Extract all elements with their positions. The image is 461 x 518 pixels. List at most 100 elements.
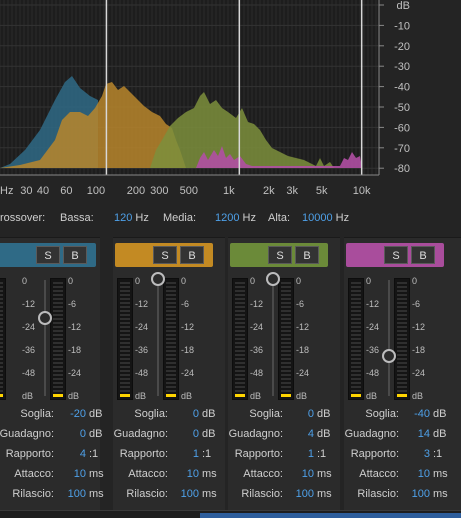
threshold-fader-knob[interactable] <box>266 272 280 286</box>
db-scale-label: -10 <box>394 20 410 32</box>
frequency-scale-label: 60 <box>60 185 72 197</box>
frequency-scale-label: Hz <box>0 185 13 197</box>
scale-tick-label: dB <box>296 391 308 401</box>
ratio-value[interactable]: 1 <box>286 448 314 460</box>
gain-value[interactable]: 4 <box>286 428 314 440</box>
attack-label: Attacco: <box>14 468 54 480</box>
gain-label: Guadagno: <box>113 428 168 440</box>
level-meter <box>278 278 294 400</box>
release-value[interactable]: 100 <box>171 488 199 500</box>
attack-unit: ms <box>202 468 217 480</box>
release-param: Rilascio: 100 ms <box>344 488 461 502</box>
level-meter <box>50 278 66 400</box>
scale-tick-label: -6 <box>181 299 190 309</box>
attack-param: Attacco: 10 ms <box>344 468 461 482</box>
attack-value[interactable]: 10 <box>402 468 430 480</box>
threshold-fader-knob[interactable] <box>38 310 52 325</box>
scale-tick-label: 0 <box>250 276 256 286</box>
bypass-button[interactable]: B <box>295 246 319 264</box>
scale-tick-label: -12 <box>22 299 36 309</box>
scale-tick-label: -12 <box>250 299 264 309</box>
threshold-value[interactable]: 0 <box>171 408 199 420</box>
threshold-fader-track[interactable] <box>44 280 46 396</box>
release-value[interactable]: 100 <box>58 488 86 500</box>
spectrum-analyzer[interactable]: dB -10 -20 -30 -40 -50 -60 -70 -80 Hz 30 40 60 100 20… <box>0 0 461 200</box>
level-meter <box>163 278 179 400</box>
high-crossover-value[interactable]: 10000 <box>302 212 333 224</box>
gain-value[interactable]: 14 <box>402 428 430 440</box>
band-header[interactable]: SB <box>115 243 213 267</box>
ratio-value[interactable]: 3 <box>402 448 430 460</box>
attack-unit: ms <box>433 468 448 480</box>
scale-tick-label: dB <box>68 391 80 401</box>
threshold-label: Soglia: <box>20 408 54 420</box>
threshold-fader-knob[interactable] <box>151 272 165 286</box>
solo-button[interactable]: S <box>268 246 292 264</box>
gain-unit: dB <box>202 428 216 440</box>
scale-tick-label: 0 <box>412 276 418 286</box>
threshold-value[interactable]: 0 <box>286 408 314 420</box>
scale-tick-label: dB <box>135 391 147 401</box>
ratio-value[interactable]: 4 <box>58 448 86 460</box>
threshold-fader-track[interactable] <box>272 280 274 396</box>
release-unit: ms <box>89 488 104 500</box>
band-strip-3: S B 0 -12 -24 -36 -48 dB 0 -6 -12 -18 -24 dB Soglia: 0 d… <box>228 237 340 512</box>
attack-value[interactable]: 10 <box>286 468 314 480</box>
frequency-scale-label: 300 <box>150 185 168 197</box>
scale-tick-label: 0 <box>181 276 187 286</box>
release-value[interactable]: 100 <box>402 488 430 500</box>
solo-button[interactable]: S <box>384 246 408 264</box>
release-value[interactable]: 100 <box>286 488 314 500</box>
attack-value[interactable]: 10 <box>171 468 199 480</box>
low-crossover-unit: Hz <box>135 212 149 224</box>
meter-level <box>281 394 291 397</box>
attack-value[interactable]: 10 <box>58 468 86 480</box>
mid-crossover-value[interactable]: 1200 <box>215 212 239 224</box>
level-meter <box>117 278 133 400</box>
release-param: Rilascio: 100 ms <box>0 488 103 502</box>
threshold-value[interactable]: -20 <box>58 408 86 420</box>
frequency-scale-label: 3k <box>286 185 298 197</box>
scale-tick-label: -36 <box>366 345 380 355</box>
ratio-value[interactable]: 1 <box>171 448 199 460</box>
scale-tick-label: -18 <box>181 345 195 355</box>
scale-tick-label: -24 <box>135 322 149 332</box>
threshold-fader-track[interactable] <box>157 280 159 396</box>
attack-param: Attacco: 10 ms <box>0 468 103 482</box>
threshold-fader-track[interactable] <box>388 280 390 396</box>
scale-tick-label: -12 <box>135 299 149 309</box>
threshold-unit: dB <box>202 408 216 420</box>
ratio-label: Rapporto: <box>350 448 399 460</box>
meter-level <box>166 394 176 397</box>
mid-crossover-unit: Hz <box>242 212 256 224</box>
level-meter <box>394 278 410 400</box>
bypass-button[interactable]: B <box>63 246 87 264</box>
low-crossover-value[interactable]: 120 <box>114 212 132 224</box>
solo-button[interactable]: S <box>153 246 177 264</box>
frequency-scale-label: 10k <box>353 185 371 197</box>
frequency-scale-label: 5k <box>316 185 328 197</box>
gain-value[interactable]: 0 <box>171 428 199 440</box>
release-label: Rilascio: <box>357 488 399 500</box>
threshold-value[interactable]: -40 <box>402 408 430 420</box>
attack-param: Attacco: 10 ms <box>113 468 225 482</box>
attack-label: Attacco: <box>128 468 168 480</box>
gain-unit: dB <box>433 428 447 440</box>
frequency-scale-label: 200 <box>127 185 145 197</box>
ratio-param: Rapporto: 1:1 <box>228 448 340 462</box>
band-header[interactable]: SB <box>0 243 96 267</box>
band-header[interactable]: SB <box>346 243 444 267</box>
gain-value[interactable]: 0 <box>58 428 86 440</box>
low-crossover-label: Bassa: <box>60 212 94 224</box>
threshold-param: Soglia: 0 dB <box>113 408 225 422</box>
bypass-button[interactable]: B <box>411 246 435 264</box>
bypass-button[interactable]: B <box>180 246 204 264</box>
level-meter <box>348 278 364 400</box>
frequency-scale-label: 30 <box>20 185 32 197</box>
gain-label: Guadagno: <box>344 428 399 440</box>
threshold-unit: dB <box>433 408 447 420</box>
attack-unit: ms <box>317 468 332 480</box>
band-header[interactable]: SB <box>230 243 328 267</box>
solo-button[interactable]: S <box>36 246 60 264</box>
scale-tick-label: -24 <box>68 368 82 378</box>
